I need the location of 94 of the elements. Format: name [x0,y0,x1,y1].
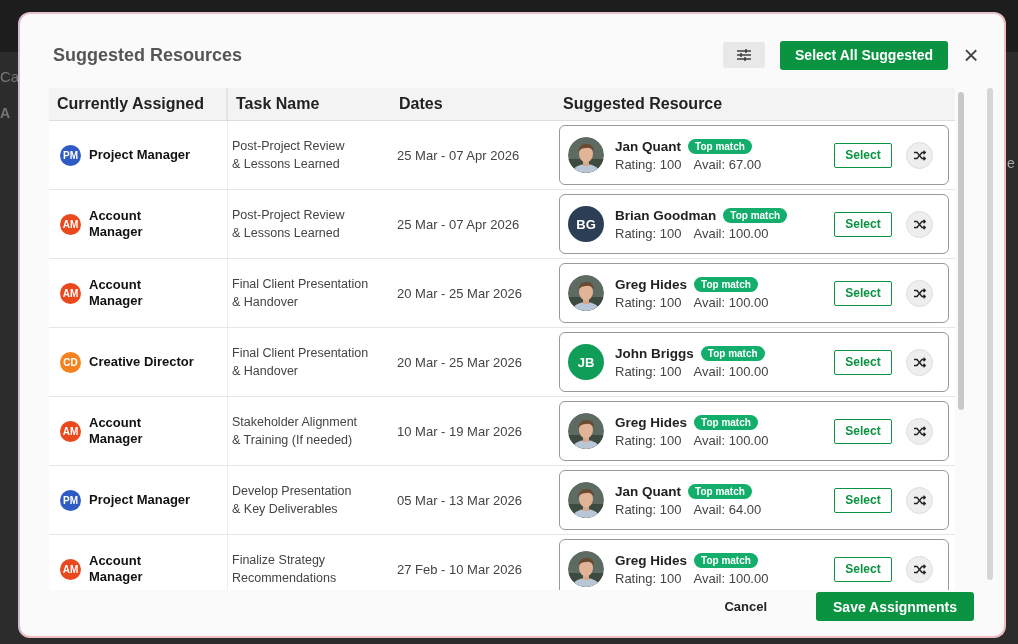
task-name: Final Client Presentation & Handover [232,345,369,380]
role-name: Creative Director [89,354,195,370]
match-badge: Top match [688,138,752,154]
settings-button[interactable] [723,42,766,68]
role-name: Account Manager [89,208,144,240]
person-name: Greg Hides [615,414,688,430]
availability-text: Avail: 100.00 [693,432,769,448]
role-name: Account Manager [89,277,144,309]
rating-text: Rating: 100 [615,156,682,172]
match-badge: Top match [694,414,758,430]
date-range: 05 Mar - 13 Mar 2026 [397,492,522,508]
date-range: 10 Mar - 19 Mar 2026 [397,423,522,439]
column-header: Task Name [235,94,321,114]
role-avatar: AM [60,282,81,304]
role-avatar: PM [60,144,81,166]
shuffle-icon [913,149,926,161]
select-button[interactable]: Select [834,556,892,582]
background-text: A [0,105,11,121]
background-text: Ca [0,68,20,85]
task-name: Post-Project Review & Lessons Learned [232,138,345,173]
role-name: Account Manager [89,553,144,585]
close-button[interactable]: × [960,42,982,68]
select-button[interactable]: Select [834,418,892,444]
shuffle-button[interactable] [906,486,933,514]
match-badge: Top match [723,207,788,223]
role-avatar: AM [60,213,81,235]
availability-text: Avail: 100.00 [693,570,769,586]
rating-text: Rating: 100 [615,363,682,379]
date-range: 25 Mar - 07 Apr 2026 [397,147,520,163]
person-name: Jan Quant [615,138,681,154]
rating-text: Rating: 100 [615,294,682,310]
save-button[interactable]: Save Assignments [816,592,974,621]
role-avatar: CD [60,351,81,373]
select-button[interactable]: Select [834,487,892,513]
shuffle-button[interactable] [906,348,933,376]
person-name: Greg Hides [615,552,688,568]
rating-text: Rating: 100 [615,501,682,517]
scrollbar[interactable] [987,88,993,580]
select-button[interactable]: Select [834,142,892,168]
match-badge: Top match [688,483,752,499]
shuffle-icon [913,494,926,506]
person-name: Greg Hides [615,276,688,292]
shuffle-icon [913,356,926,368]
avatar: JB [568,344,604,380]
person-name: John Briggs [615,345,694,361]
avatar: BG [568,206,604,242]
shuffle-icon [913,563,926,575]
person-name: Brian Goodman [615,207,717,223]
select-all-button[interactable]: Select All Suggested [780,40,948,70]
role-avatar: AM [60,558,81,580]
rating-text: Rating: 100 [615,570,682,586]
task-name: Stakeholder Alignment & Training (If needed) [232,414,358,449]
rating-text: Rating: 100 [615,225,682,241]
role-avatar: AM [60,420,81,442]
date-range: 27 Feb - 10 Mar 2026 [397,561,523,577]
shuffle-icon [913,287,926,299]
match-badge: Top match [694,276,758,292]
sliders-icon [736,48,753,62]
select-button[interactable]: Select [834,349,892,375]
date-range: 20 Mar - 25 Mar 2026 [397,354,522,370]
task-name: Post-Project Review & Lessons Learned [232,207,345,242]
shuffle-icon [913,425,926,437]
shuffle-button[interactable] [906,210,933,238]
role-name: Account Manager [89,415,144,447]
shuffle-button[interactable] [906,555,933,583]
background-text: e [1007,155,1015,171]
rating-text: Rating: 100 [615,432,682,448]
select-button[interactable]: Select [834,280,892,306]
task-name: Final Client Presentation & Handover [232,276,369,311]
availability-text: Avail: 100.00 [693,294,769,310]
role-name: Project Manager [89,147,192,163]
scrollbar[interactable] [958,92,964,410]
shuffle-icon [913,218,926,230]
date-range: 20 Mar - 25 Mar 2026 [397,285,522,301]
shuffle-button[interactable] [906,417,933,445]
select-button[interactable]: Select [834,211,892,237]
match-badge: Top match [700,345,765,361]
column-header: Suggested Resource [562,94,724,114]
availability-text: Avail: 64.00 [693,501,762,517]
person-name: Jan Quant [615,483,681,499]
column-header: Dates [398,94,444,114]
dialog-title: Suggested Resources [53,44,244,66]
availability-text: Avail: 100.00 [693,225,769,241]
availability-text: Avail: 67.00 [693,156,762,172]
role-avatar: PM [60,489,81,511]
availability-text: Avail: 100.00 [693,363,769,379]
shuffle-button[interactable] [906,141,933,169]
task-name: Finalize Strategy Recommendations [232,552,337,587]
role-name: Project Manager [89,492,192,508]
shuffle-button[interactable] [906,279,933,307]
date-range: 25 Mar - 07 Apr 2026 [397,216,520,232]
cancel-button[interactable]: Cancel [718,598,773,615]
task-name: Develop Presentation & Key Deliverables [232,483,352,518]
match-badge: Top match [694,552,758,568]
